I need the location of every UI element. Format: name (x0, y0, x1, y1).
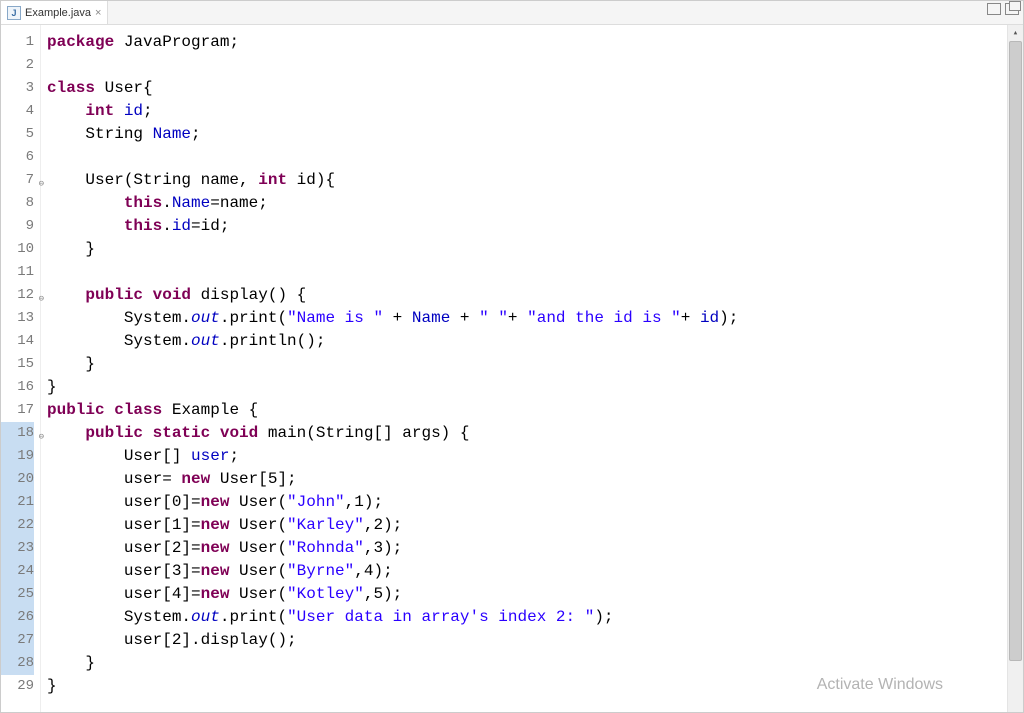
code-line[interactable] (47, 54, 1023, 77)
line-number: 13 (1, 307, 34, 330)
tab-close-icon[interactable]: × (95, 7, 101, 19)
line-number: 23 (1, 537, 34, 560)
line-number-gutter: 1234567⊖89101112⊖131415161718⊖1920212223… (1, 25, 41, 712)
code-line[interactable]: User(String name, int id){ (47, 169, 1023, 192)
code-line[interactable]: public class Example { (47, 399, 1023, 422)
line-number: 21 (1, 491, 34, 514)
code-line[interactable]: package JavaProgram; (47, 31, 1023, 54)
code-line[interactable] (47, 261, 1023, 284)
scrollbar-thumb[interactable] (1009, 41, 1022, 661)
tab-bar-controls (987, 3, 1019, 15)
code-line[interactable]: } (47, 238, 1023, 261)
fold-icon[interactable]: ⊖ (34, 173, 44, 183)
code-line[interactable]: public void display() { (47, 284, 1023, 307)
line-number: 18⊖ (1, 422, 34, 445)
java-file-icon: J (7, 6, 21, 20)
code-line[interactable]: class User{ (47, 77, 1023, 100)
editor-tab[interactable]: J Example.java × (1, 1, 108, 24)
line-number: 27 (1, 629, 34, 652)
code-line[interactable]: System.out.print("Name is " + Name + " "… (47, 307, 1023, 330)
code-line[interactable]: System.out.println(); (47, 330, 1023, 353)
line-number: 6 (1, 146, 34, 169)
code-line[interactable]: } (47, 675, 1023, 698)
code-line[interactable]: this.id=id; (47, 215, 1023, 238)
line-number: 12⊖ (1, 284, 34, 307)
code-line[interactable]: String Name; (47, 123, 1023, 146)
line-number: 28 (1, 652, 34, 675)
line-number: 15 (1, 353, 34, 376)
line-number: 9 (1, 215, 34, 238)
editor: 1234567⊖89101112⊖131415161718⊖1920212223… (1, 25, 1023, 712)
line-number: 14 (1, 330, 34, 353)
line-number: 17 (1, 399, 34, 422)
scroll-up-icon[interactable]: ▴ (1008, 25, 1023, 41)
code-line[interactable]: this.Name=name; (47, 192, 1023, 215)
vertical-scrollbar[interactable]: ▴ (1007, 25, 1023, 712)
line-number: 22 (1, 514, 34, 537)
minimize-view-icon[interactable] (987, 3, 1001, 15)
code-line[interactable]: user[2]=new User("Rohnda",3); (47, 537, 1023, 560)
code-line[interactable]: } (47, 652, 1023, 675)
line-number: 7⊖ (1, 169, 34, 192)
line-number: 10 (1, 238, 34, 261)
line-number: 1 (1, 31, 34, 54)
line-number: 20 (1, 468, 34, 491)
code-line[interactable] (47, 146, 1023, 169)
line-number: 11 (1, 261, 34, 284)
code-area[interactable]: package JavaProgram;class User{ int id; … (41, 25, 1023, 712)
tab-bar: J Example.java × (1, 1, 1023, 25)
code-line[interactable]: User[] user; (47, 445, 1023, 468)
line-number: 29 (1, 675, 34, 698)
code-line[interactable]: } (47, 353, 1023, 376)
code-line[interactable]: user= new User[5]; (47, 468, 1023, 491)
code-line[interactable]: } (47, 376, 1023, 399)
line-number: 19 (1, 445, 34, 468)
line-number: 2 (1, 54, 34, 77)
line-number: 5 (1, 123, 34, 146)
line-number: 16 (1, 376, 34, 399)
code-line[interactable]: user[1]=new User("Karley",2); (47, 514, 1023, 537)
code-line[interactable]: user[0]=new User("John",1); (47, 491, 1023, 514)
line-number: 4 (1, 100, 34, 123)
line-number: 8 (1, 192, 34, 215)
maximize-view-icon[interactable] (1005, 3, 1019, 15)
fold-icon[interactable]: ⊖ (34, 288, 44, 298)
code-line[interactable]: user[4]=new User("Kotley",5); (47, 583, 1023, 606)
code-line[interactable]: System.out.print("User data in array's i… (47, 606, 1023, 629)
code-line[interactable]: public static void main(String[] args) { (47, 422, 1023, 445)
code-line[interactable]: user[3]=new User("Byrne",4); (47, 560, 1023, 583)
fold-icon[interactable]: ⊖ (34, 426, 44, 436)
tab-filename: Example.java (25, 7, 91, 19)
code-line[interactable]: int id; (47, 100, 1023, 123)
line-number: 26 (1, 606, 34, 629)
code-line[interactable]: user[2].display(); (47, 629, 1023, 652)
line-number: 3 (1, 77, 34, 100)
line-number: 24 (1, 560, 34, 583)
line-number: 25 (1, 583, 34, 606)
